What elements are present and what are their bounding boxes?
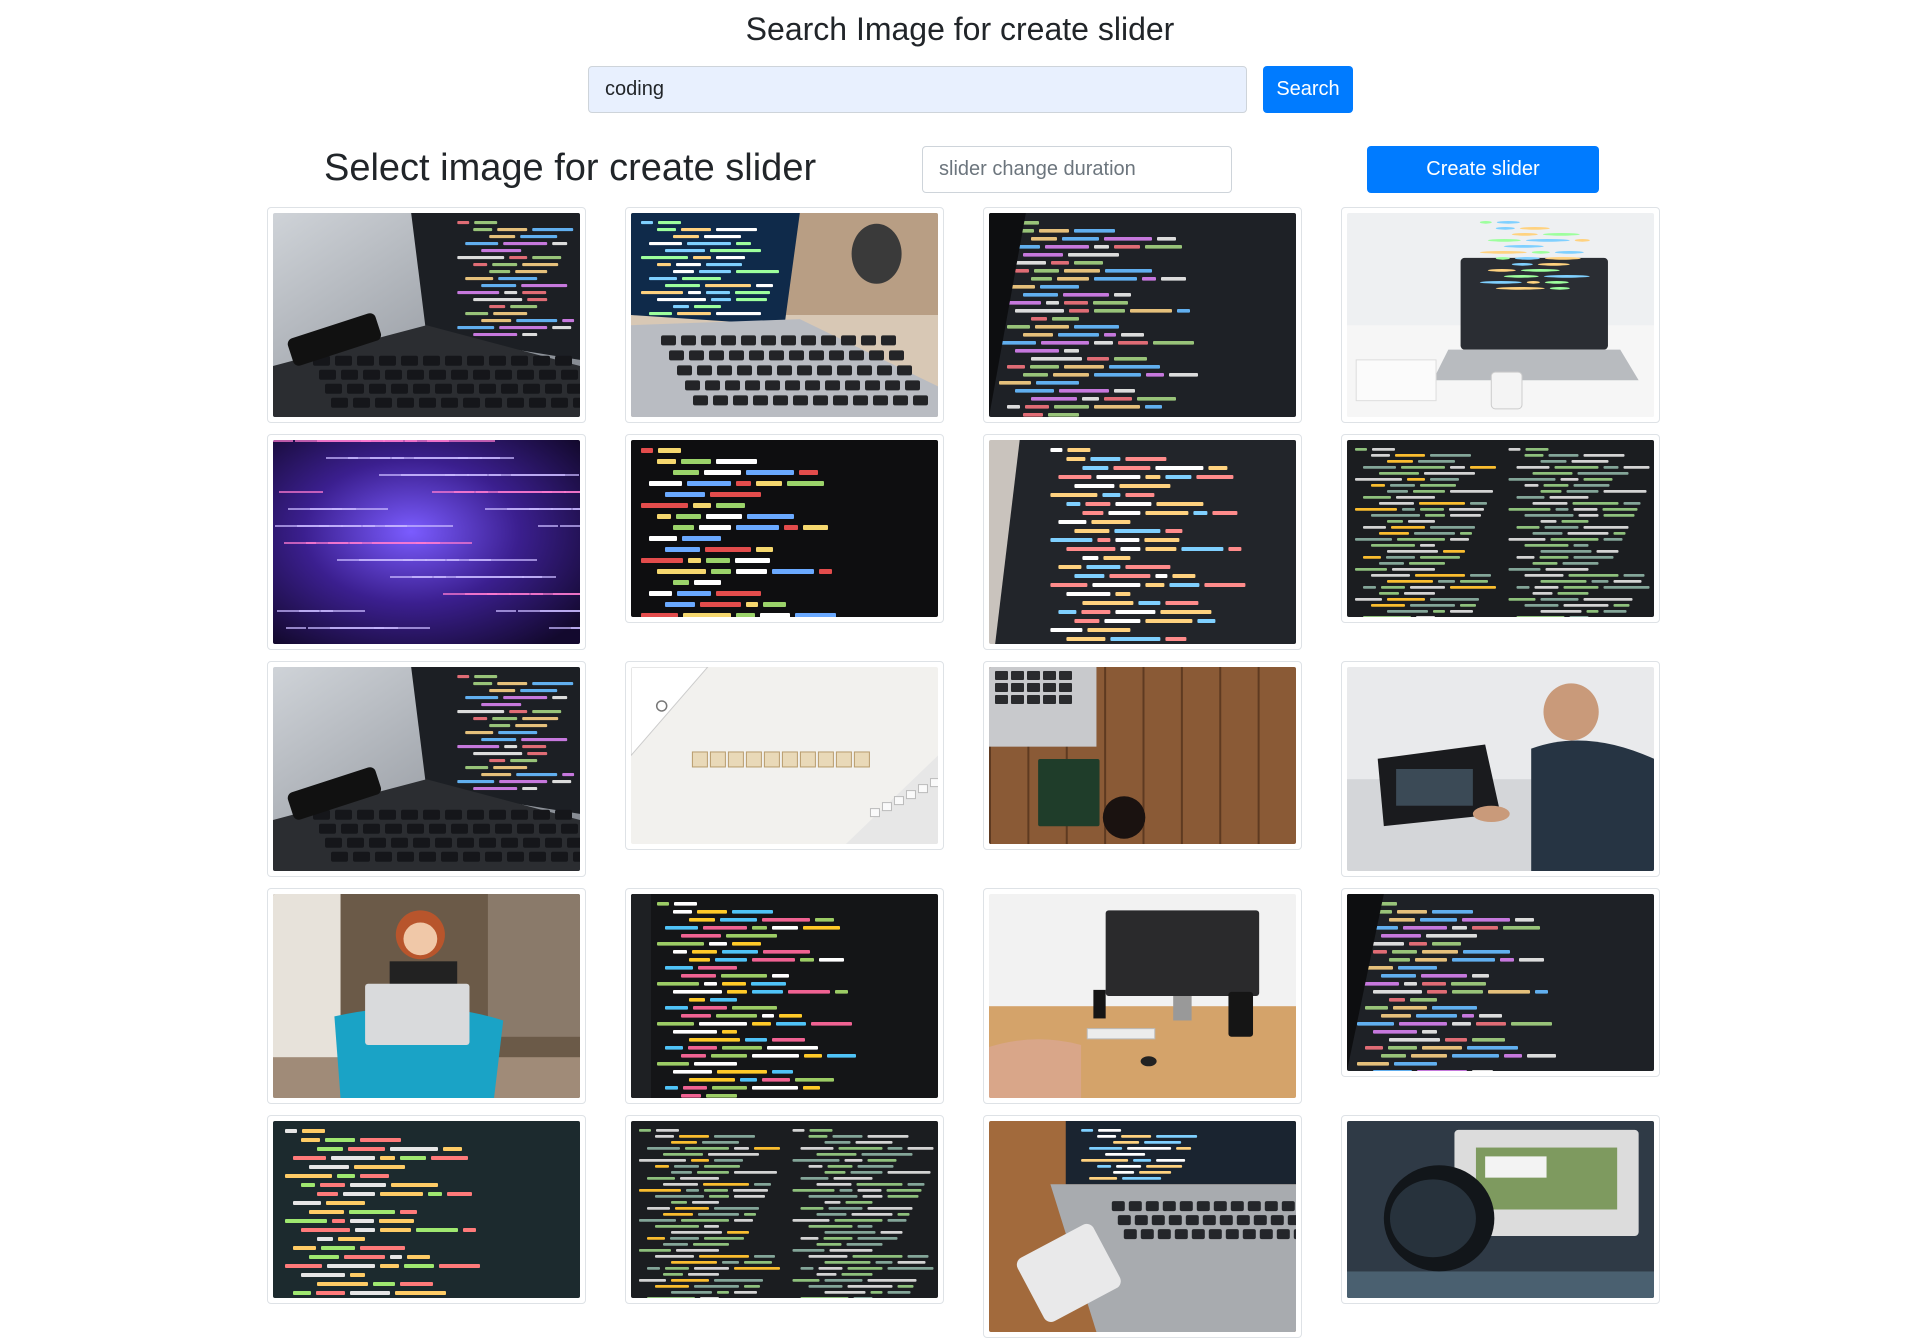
image-thumbnail[interactable] [1341,207,1660,423]
search-button[interactable]: Search [1263,66,1353,113]
image-thumbnail[interactable] [267,434,586,650]
code-screen-angle-photo [989,440,1296,644]
page-title: Search Image for create slider [745,11,1175,47]
image-thumbnail[interactable] [1341,434,1660,623]
image-thumbnail[interactable] [1341,888,1660,1077]
section-title: Select image for create slider [324,147,817,189]
image-thumbnail[interactable] [267,888,586,1104]
code-purple-blur-photo [273,440,580,644]
laptop-white-desk-photo [1347,213,1654,417]
code-screen-dark-photo [989,213,1296,417]
image-thumbnail[interactable] [983,1115,1302,1338]
image-thumbnail[interactable] [1341,1115,1660,1304]
editor-dark-columns-photo [631,1121,938,1298]
editor-dark-columns-photo [1347,440,1654,617]
code-screen-dark-photo [1347,894,1654,1071]
image-thumbnail[interactable] [983,434,1302,650]
man-on-laptop-photo [1347,667,1654,871]
image-thumbnail[interactable] [983,661,1302,850]
html-code-screen-photo [631,440,938,617]
laptop-table-mug-photo [631,213,938,417]
image-thumbnail[interactable] [1341,661,1660,877]
laptop-code-grey-photo [273,667,580,871]
woman-laptop-chair-photo [273,894,580,1098]
image-thumbnail[interactable] [625,888,944,1104]
image-thumbnail[interactable] [625,661,944,850]
image-thumbnail[interactable] [625,434,944,623]
image-thumbnail[interactable] [267,1115,586,1304]
programmer-tiles-photo [631,667,938,844]
person-headphones-monitor-photo [1347,1121,1654,1298]
image-thumbnail[interactable] [625,207,944,423]
html-code-lines-photo [631,894,938,1098]
image-thumbnail[interactable] [267,661,586,877]
image-thumbnail[interactable] [267,207,586,423]
image-thumbnail[interactable] [983,207,1302,423]
laptop-phone-wood-photo [989,1121,1296,1332]
search-input[interactable] [588,66,1247,113]
wood-desk-laptop-photo [989,667,1296,844]
create-slider-button[interactable]: Create slider [1367,146,1599,193]
image-thumbnail[interactable] [625,1115,944,1304]
monitor-desk-photo [989,894,1296,1098]
code-screen-teal-photo [273,1121,580,1298]
laptop-code-grey-photo [273,213,580,417]
slider-duration-input[interactable] [922,146,1232,193]
image-thumbnail[interactable] [983,888,1302,1104]
